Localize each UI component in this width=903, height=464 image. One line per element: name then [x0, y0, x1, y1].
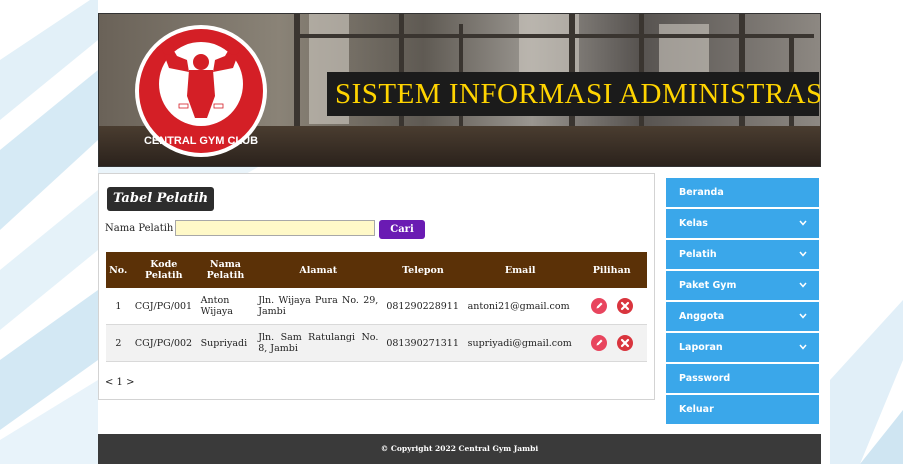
cell-actions — [576, 324, 647, 362]
copyright-text: © Copyright 2022 Central Gym Jambi — [380, 444, 539, 453]
cell-alamat: Jln. Sam Ratulangi No. 8, Jambi — [254, 324, 383, 362]
sidebar-menu: Beranda Kelas Pelatih Paket Gym Anggota … — [666, 178, 819, 426]
coach-table: No. Kode Pelatih Nama Pelatih Alamat Tel… — [106, 252, 647, 362]
chevron-down-icon — [799, 251, 807, 257]
cell-telepon: 081290228911 — [382, 288, 464, 325]
chevron-down-icon — [799, 313, 807, 319]
cell-no: 2 — [106, 324, 131, 362]
table-row: 2 CGJ/PG/002 Supriyadi Jln. Sam Ratulang… — [106, 324, 647, 362]
sidebar-item-laporan[interactable]: Laporan — [666, 333, 819, 362]
col-pilihan: Pilihan — [576, 252, 647, 288]
sidebar-item-label: Kelas — [679, 218, 708, 229]
sidebar-item-label: Keluar — [679, 404, 714, 415]
col-kode-line2: Pelatih — [144, 270, 183, 281]
panel-title: Tabel Pelatih — [107, 187, 215, 211]
chevron-down-icon — [799, 282, 807, 288]
table-row: 1 CGJ/PG/001 Anton Wijaya Jln. Wijaya Pu… — [106, 288, 647, 325]
sidebar-item-password[interactable]: Password — [666, 364, 819, 393]
site-title: SISTEM INFORMASI ADMINISTRASI — [335, 78, 821, 110]
cell-kode: CGJ/PG/002 — [130, 324, 197, 362]
delete-icon[interactable] — [616, 298, 633, 314]
footer: © Copyright 2022 Central Gym Jambi — [98, 434, 821, 464]
col-no: No. — [106, 252, 132, 288]
sidebar-item-pelatih[interactable]: Pelatih — [666, 240, 819, 269]
delete-icon[interactable] — [616, 335, 633, 351]
cell-kode: CGJ/PG/001 — [130, 288, 197, 325]
sidebar-item-label: Beranda — [679, 187, 724, 198]
sidebar-item-anggota[interactable]: Anggota — [666, 302, 819, 331]
table-header-row: No. Kode Pelatih Nama Pelatih Alamat Tel… — [106, 252, 647, 288]
chevron-down-icon — [799, 220, 807, 226]
cell-nama: Anton Wijaya — [196, 288, 255, 325]
col-nama: Nama Pelatih — [196, 252, 255, 288]
cell-email: supriyadi@gmail.com — [463, 324, 577, 362]
cell-alamat: Jln. Wijaya Pura No. 29, Jambi — [254, 288, 383, 325]
sidebar-item-kelas[interactable]: Kelas — [666, 209, 819, 238]
cell-telepon: 081390271311 — [382, 324, 464, 362]
search-button[interactable]: Cari — [379, 220, 425, 239]
coach-table-panel: Tabel Pelatih Nama Pelatih : Cari No. Ko… — [98, 173, 655, 400]
logo-text: CENTRAL GYM CLUB — [144, 135, 258, 147]
sidebar-item-label: Anggota — [679, 311, 725, 322]
page-container: SISTEM INFORMASI ADMINISTRASI CENTRAL GY… — [98, 13, 821, 464]
sidebar-item-paket-gym[interactable]: Paket Gym — [666, 271, 819, 300]
sidebar-item-label: Password — [679, 373, 731, 384]
gym-logo: CENTRAL GYM CLUB — [135, 25, 267, 157]
col-alamat: Alamat — [254, 252, 383, 288]
sidebar-item-beranda[interactable]: Beranda — [666, 178, 819, 207]
chevron-down-icon — [799, 344, 807, 350]
col-nama-line2: Pelatih — [206, 270, 245, 281]
col-nama-line1: Nama — [209, 259, 241, 270]
sidebar-item-label: Pelatih — [679, 249, 717, 260]
coach-name-search-input[interactable] — [175, 220, 375, 236]
header-banner: SISTEM INFORMASI ADMINISTRASI CENTRAL GY… — [98, 13, 821, 167]
edit-icon[interactable] — [590, 298, 607, 314]
sidebar-item-label: Paket Gym — [679, 280, 737, 291]
sidebar-item-label: Laporan — [679, 342, 723, 353]
edit-icon[interactable] — [590, 335, 607, 351]
cell-actions — [576, 288, 647, 325]
col-kode: Kode Pelatih — [130, 252, 198, 288]
sidebar-item-keluar[interactable]: Keluar — [666, 395, 819, 424]
search-label: Nama Pelatih : — [105, 223, 180, 234]
pagination[interactable]: < 1 > — [105, 377, 134, 388]
col-email: Email — [463, 252, 578, 288]
col-telepon: Telepon — [382, 252, 465, 288]
cell-email: antoni21@gmail.com — [463, 288, 577, 325]
col-kode-line1: Kode — [150, 259, 178, 270]
cell-no: 1 — [106, 288, 131, 325]
cell-nama: Supriyadi — [196, 324, 255, 362]
